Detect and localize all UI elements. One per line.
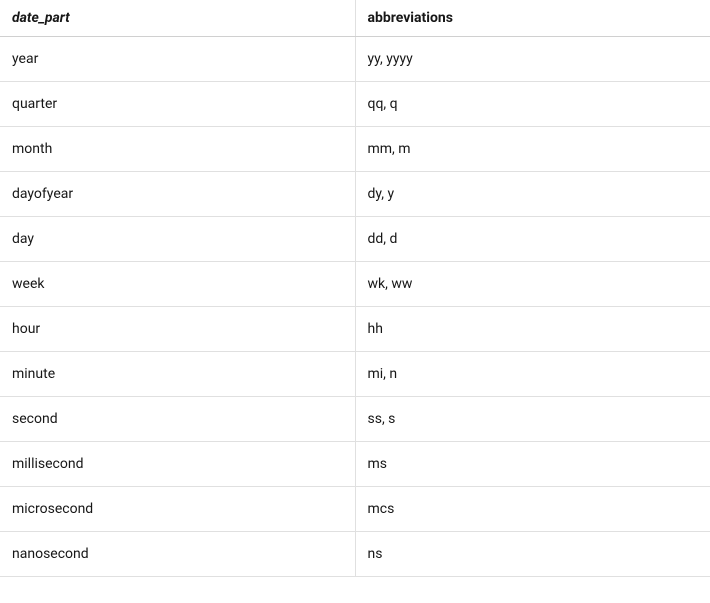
table-row: hourhh	[0, 307, 710, 352]
header-date-part: date_part	[0, 0, 355, 37]
table-row: daydd, d	[0, 217, 710, 262]
cell-abbreviations: dy, y	[355, 172, 710, 217]
cell-date-part: dayofyear	[0, 172, 355, 217]
cell-abbreviations: ss, s	[355, 397, 710, 442]
cell-abbreviations: qq, q	[355, 82, 710, 127]
cell-date-part: month	[0, 127, 355, 172]
cell-abbreviations: mi, n	[355, 352, 710, 397]
cell-date-part: week	[0, 262, 355, 307]
table-row: millisecondms	[0, 442, 710, 487]
cell-abbreviations: ms	[355, 442, 710, 487]
table-row: monthmm, m	[0, 127, 710, 172]
cell-abbreviations: mm, m	[355, 127, 710, 172]
cell-date-part: hour	[0, 307, 355, 352]
cell-abbreviations: mcs	[355, 487, 710, 532]
cell-abbreviations: dd, d	[355, 217, 710, 262]
cell-abbreviations: hh	[355, 307, 710, 352]
table-row: yearyy, yyyy	[0, 37, 710, 82]
cell-date-part: nanosecond	[0, 532, 355, 577]
header-abbreviations: abbreviations	[355, 0, 710, 37]
cell-date-part: microsecond	[0, 487, 355, 532]
cell-date-part: second	[0, 397, 355, 442]
date-part-table: date_part abbreviations yearyy, yyyyquar…	[0, 0, 710, 577]
table-row: nanosecondns	[0, 532, 710, 577]
table-row: quarterqq, q	[0, 82, 710, 127]
table-header-row: date_part abbreviations	[0, 0, 710, 37]
table-row: microsecondmcs	[0, 487, 710, 532]
cell-date-part: minute	[0, 352, 355, 397]
cell-abbreviations: yy, yyyy	[355, 37, 710, 82]
cell-date-part: quarter	[0, 82, 355, 127]
table-row: secondss, s	[0, 397, 710, 442]
cell-abbreviations: ns	[355, 532, 710, 577]
cell-date-part: millisecond	[0, 442, 355, 487]
table-row: weekwk, ww	[0, 262, 710, 307]
cell-date-part: day	[0, 217, 355, 262]
table-row: dayofyeardy, y	[0, 172, 710, 217]
cell-abbreviations: wk, ww	[355, 262, 710, 307]
table-row: minutemi, n	[0, 352, 710, 397]
cell-date-part: year	[0, 37, 355, 82]
